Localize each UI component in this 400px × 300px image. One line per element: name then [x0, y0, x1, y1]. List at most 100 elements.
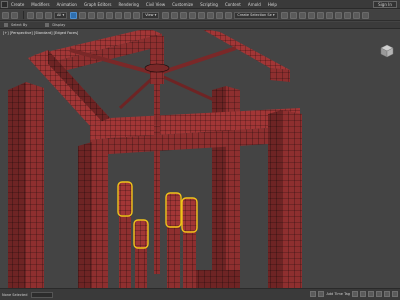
- menu-modifiers[interactable]: Modifiers: [31, 2, 49, 7]
- toolbar-divider: [23, 11, 24, 19]
- rotate-icon[interactable]: [115, 11, 123, 19]
- perspective-viewport[interactable]: [+] [Perspective] [Standard] [Edged Face…: [0, 30, 400, 288]
- select-and-manipulate-icon[interactable]: [171, 11, 179, 19]
- menu-customize[interactable]: Customize: [172, 2, 193, 7]
- play-icon[interactable]: [360, 291, 366, 297]
- rendered-frame-window-icon[interactable]: [352, 11, 360, 19]
- add-time-tag[interactable]: Add Time Tag: [327, 292, 351, 296]
- display-icon[interactable]: [45, 23, 50, 27]
- viewcube-icon[interactable]: [380, 44, 394, 58]
- maximize-viewport-icon[interactable]: [392, 291, 398, 297]
- candle-1[interactable]: [117, 181, 133, 217]
- menu-graph-editors[interactable]: Graph Editors: [84, 2, 111, 7]
- post-front-left[interactable]: [78, 142, 108, 288]
- orbit-icon[interactable]: [384, 291, 390, 297]
- menu-animation[interactable]: Animation: [57, 2, 77, 7]
- named-selection-value: Create Selection Se: [237, 13, 272, 17]
- candle-2[interactable]: [133, 219, 149, 249]
- mirror-icon[interactable]: [280, 11, 288, 19]
- reference-coordinate-dropdown[interactable]: View ▾: [142, 11, 160, 19]
- status-bar-controls: Add Time Tag: [308, 291, 398, 297]
- window-crossing-icon[interactable]: [97, 11, 105, 19]
- ribbon-label-select-by[interactable]: Select By: [11, 23, 27, 27]
- candle-4[interactable]: [181, 197, 198, 233]
- render-production-icon[interactable]: [361, 11, 369, 19]
- schematic-view-icon[interactable]: [325, 11, 333, 19]
- angle-snap-icon[interactable]: [198, 11, 206, 19]
- sign-in-label: Sign In: [378, 2, 392, 7]
- base-plate[interactable]: [196, 270, 240, 288]
- go-to-start-icon[interactable]: [352, 291, 358, 297]
- unlink-icon[interactable]: [36, 11, 43, 19]
- rod-right: [156, 46, 237, 76]
- select-object-icon[interactable]: [70, 11, 78, 19]
- snaps-toggle-icon[interactable]: [189, 11, 197, 19]
- layer-explorer-icon[interactable]: [298, 11, 306, 19]
- percent-snap-icon[interactable]: [207, 11, 215, 19]
- keyboard-shortcut-icon[interactable]: [180, 11, 188, 19]
- hub-top-column: [150, 36, 164, 84]
- post-back-left-front: [26, 82, 44, 288]
- candle-3[interactable]: [165, 192, 182, 228]
- menu-arnold[interactable]: Arnold: [248, 2, 261, 7]
- go-to-end-icon[interactable]: [368, 291, 374, 297]
- placement-icon[interactable]: [133, 11, 141, 19]
- named-selection-dropdown[interactable]: Create Selection Se ▾: [234, 11, 278, 19]
- scene-render: [8, 30, 302, 288]
- beam-front-face: [270, 68, 290, 82]
- lock-selection-icon[interactable]: [309, 291, 316, 297]
- menu-rendering[interactable]: Rendering: [118, 2, 138, 7]
- menu-help[interactable]: Help: [268, 2, 277, 7]
- candle-1-body: [117, 181, 133, 217]
- post-side-face: [268, 110, 282, 288]
- viewport-label[interactable]: [+] [Perspective] [Standard] [Edged Face…: [3, 31, 78, 35]
- select-by-icon[interactable]: [4, 23, 8, 27]
- ribbon-label-display[interactable]: Display: [52, 23, 65, 27]
- undo-icon[interactable]: [2, 11, 9, 19]
- selection-filter-dropdown[interactable]: All ▾: [54, 11, 68, 19]
- absolute-mode-icon[interactable]: [317, 291, 324, 297]
- select-by-name-icon[interactable]: [79, 11, 87, 19]
- redo-icon[interactable]: [11, 11, 18, 19]
- align-icon[interactable]: [289, 11, 297, 19]
- post-front-face: [92, 142, 108, 288]
- post-front-face: [282, 110, 302, 288]
- ribbon-strip: Select By Display: [0, 22, 400, 29]
- edit-named-selection-icon[interactable]: [225, 11, 233, 19]
- spinner-snap-icon[interactable]: [216, 11, 224, 19]
- sign-in-button[interactable]: Sign In: [373, 1, 397, 8]
- curve-editor-icon[interactable]: [316, 11, 324, 19]
- link-icon[interactable]: [27, 11, 34, 19]
- maxscript-listener-field[interactable]: [31, 291, 54, 298]
- scale-icon[interactable]: [124, 11, 132, 19]
- app-logo-icon[interactable]: [1, 0, 8, 8]
- post-side-face: [78, 142, 92, 288]
- candle-2-body: [133, 219, 149, 249]
- menu-scripting[interactable]: Scripting: [200, 2, 218, 7]
- rectangular-selection-icon[interactable]: [88, 11, 96, 19]
- candle-3-body: [165, 192, 182, 228]
- reference-coordinate-value: View: [145, 13, 154, 17]
- move-icon[interactable]: [106, 11, 114, 19]
- stem-4: [183, 230, 196, 288]
- stem-1: [119, 216, 131, 288]
- toggle-ribbon-icon[interactable]: [307, 11, 315, 19]
- post-front-right[interactable]: [268, 110, 302, 288]
- bind-space-warp-icon[interactable]: [45, 11, 52, 19]
- menu-content[interactable]: Content: [225, 2, 241, 7]
- menu-civil-view[interactable]: Civil View: [146, 2, 165, 7]
- selection-filter-value: All: [57, 13, 62, 17]
- menu-bar: Create Modifiers Animation Graph Editors…: [0, 0, 400, 9]
- candle-4-body: [181, 197, 198, 233]
- hub-disc: [144, 63, 170, 73]
- beam-top-face: [203, 30, 290, 70]
- zoom-icon[interactable]: [376, 291, 382, 297]
- stem-3: [167, 226, 180, 288]
- render-setup-icon[interactable]: [343, 11, 351, 19]
- selection-status-text: None Selected: [2, 292, 28, 297]
- pivot-center-icon[interactable]: [162, 11, 170, 19]
- post-back-left[interactable]: [8, 82, 44, 288]
- menu-create[interactable]: Create: [11, 2, 24, 7]
- post-back-left-side: [8, 82, 26, 288]
- material-editor-icon[interactable]: [334, 11, 342, 19]
